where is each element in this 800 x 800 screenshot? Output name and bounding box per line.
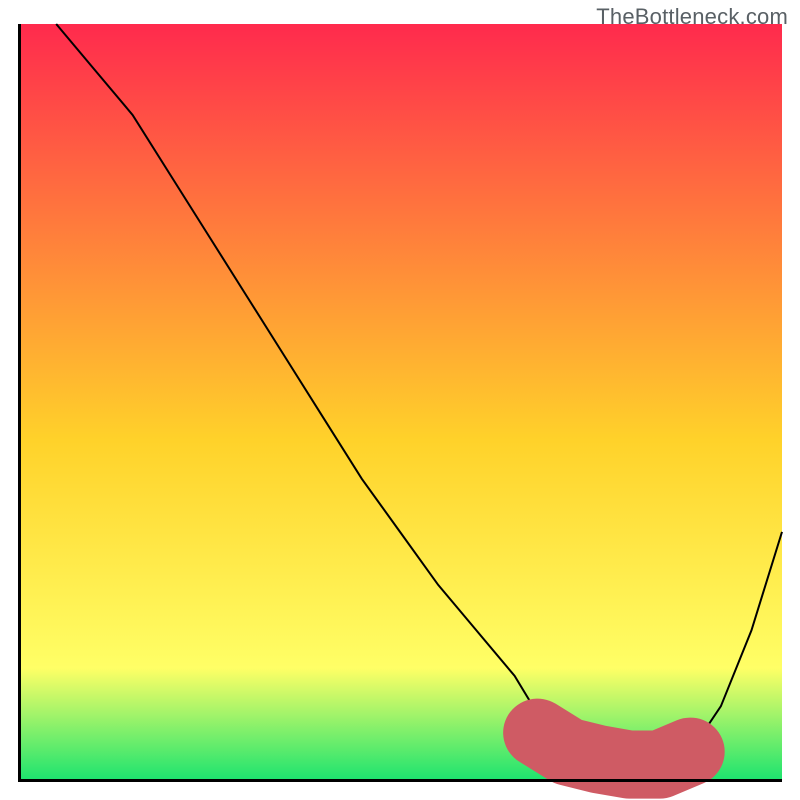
chart-svg [18,24,782,782]
optimal-range-marker-path [538,733,691,765]
chart-stage: TheBottleneck.com [0,0,800,800]
plot-area [18,24,782,782]
x-axis [18,779,782,782]
y-axis [18,24,21,782]
gradient-background [18,24,782,782]
watermark-text: TheBottleneck.com [596,4,788,30]
